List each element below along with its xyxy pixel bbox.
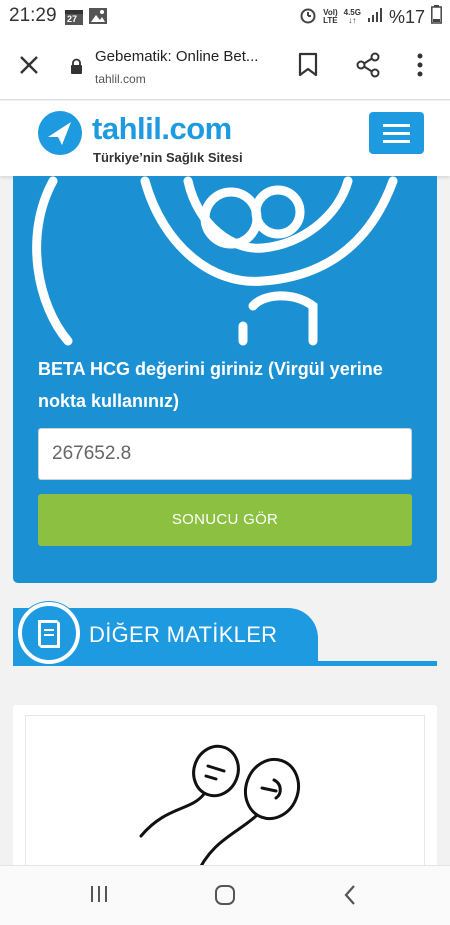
gallery-icon [89,8,107,29]
bookmark-icon[interactable] [297,52,319,83]
hamburger-menu-button[interactable] [369,112,424,154]
page-title[interactable]: Gebematik: Online Bet... [95,48,258,65]
site-header: tahlil.com Türkiye’nin Sağlık Sitesi [0,101,450,176]
back-icon[interactable] [343,884,357,911]
card-image-frame [25,715,425,876]
book-icon [18,602,80,664]
logo-icon[interactable] [38,111,82,155]
share-icon[interactable] [355,52,381,83]
battery-level: %17 [388,6,425,27]
hcg-value-input[interactable]: 267652.8 [38,428,412,480]
menu-bar-icon [383,124,410,127]
show-result-button[interactable]: SONUCU GÖR [38,494,412,546]
section-divider [13,661,437,666]
other-calculators-header: DİĞER MATİKLER [13,602,437,666]
calendar-icon: 27 [64,8,84,31]
page-url[interactable]: tahlil.com [95,72,146,86]
battery-icon [431,5,442,29]
home-icon[interactable] [214,884,236,911]
more-options-icon[interactable] [416,52,424,83]
network-type-indicator: 4.5G ↓↑ [343,8,361,25]
calculator-list-card[interactable] [13,705,437,876]
logo-text[interactable]: tahlil.com [92,111,232,147]
close-icon[interactable] [18,54,40,81]
lock-icon [70,58,83,79]
calculator-card: BETA HCG değerini giriniz (Virgül yerine… [13,176,437,583]
menu-bar-icon [383,140,410,143]
uterus-illustration-icon [32,176,398,346]
sperm-illustration-icon [139,744,300,876]
section-heading: DİĞER MATİKLER [89,622,278,647]
system-navigation-bar [0,865,450,925]
signal-icon [367,7,383,28]
status-time: 21:29 [9,5,57,26]
menu-bar-icon [383,132,410,135]
browser-toolbar: Gebematik: Online Bet... tahlil.com [0,32,450,100]
calendar-day: 27 [67,14,78,24]
logo-tagline: Türkiye’nin Sağlık Sitesi [93,150,243,165]
status-bar: 21:29 27 Vol) LTE 4.5G ↓↑ %17 [0,0,450,32]
hcg-prompt-label: BETA HCG değerini giriniz (Virgül yerine… [38,359,383,411]
volte-indicator: Vol) LTE [323,8,338,25]
recent-apps-icon[interactable] [89,884,109,909]
alarm-icon [299,6,317,29]
